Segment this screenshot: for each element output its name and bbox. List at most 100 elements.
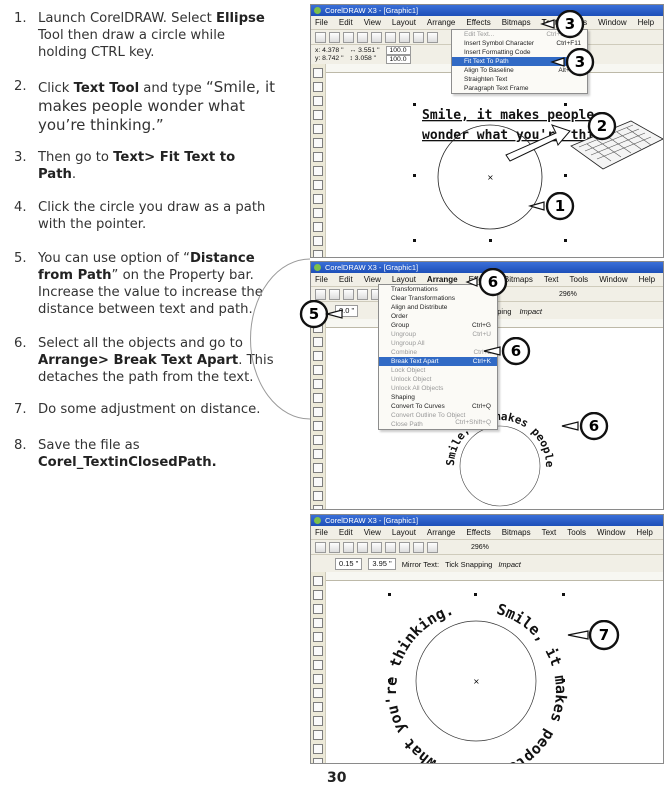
height-field[interactable]: ↕ 3.058 " — [350, 55, 380, 63]
print-icon[interactable] — [357, 31, 368, 43]
crop-tool-icon[interactable] — [313, 96, 323, 106]
menu-help[interactable]: Help — [636, 528, 652, 537]
new-icon[interactable] — [315, 31, 326, 43]
menu-file[interactable]: File — [315, 528, 328, 537]
menu-arrange[interactable]: Arrange — [427, 528, 455, 537]
basic-shapes-icon[interactable] — [313, 194, 323, 204]
menu-item[interactable]: Unlock All Objects — [379, 384, 497, 393]
blend-tool-icon[interactable] — [313, 744, 323, 754]
menu-item[interactable]: Shaping — [379, 393, 497, 402]
text-tool-icon[interactable] — [313, 463, 323, 473]
paste-icon[interactable] — [399, 541, 410, 553]
menu-item[interactable]: Align and Distribute — [379, 303, 497, 312]
menu-item[interactable]: Combine Ctrl+L — [379, 348, 497, 357]
shape-tool-icon[interactable] — [313, 590, 323, 600]
sample-text-line-1[interactable]: Smile, it makes people — [422, 108, 594, 123]
pick-tool-icon[interactable] — [313, 576, 323, 586]
pick-tool-icon[interactable] — [313, 68, 323, 78]
menu-help[interactable]: Help — [639, 275, 655, 284]
width-field[interactable]: ↔ 3.551 " — [350, 47, 380, 55]
open-icon[interactable] — [329, 31, 340, 43]
zoom-tool-icon[interactable] — [313, 110, 323, 120]
x-position-field[interactable]: x: 4.378 " — [315, 47, 344, 55]
drawing-canvas[interactable]: Smile, it makes people wonder what you'r… — [326, 73, 663, 257]
menu-item[interactable]: Insert Symbol Character Ctrl+F11 — [452, 39, 587, 48]
menu-view[interactable]: View — [364, 275, 381, 284]
polygon-tool-icon[interactable] — [313, 688, 323, 698]
menu-item[interactable]: Group Ctrl+G — [379, 321, 497, 330]
menu-help[interactable]: Help — [638, 18, 654, 27]
selection-handle[interactable] — [413, 174, 416, 177]
print-icon[interactable] — [357, 288, 368, 300]
undo-icon[interactable] — [413, 541, 424, 553]
selection-handle[interactable] — [388, 679, 391, 682]
offset-field[interactable]: 0.15 " — [335, 558, 363, 570]
shape-tool-icon[interactable] — [313, 337, 323, 347]
smart-fill-icon[interactable] — [313, 646, 323, 656]
menu-item[interactable]: Convert Outline To Object Ctrl+Shift+Q — [379, 411, 497, 426]
menu-item[interactable]: Lock Object — [379, 366, 497, 375]
menu-tools[interactable]: Tools — [567, 528, 586, 537]
distance-from-path-field[interactable]: 3.95 " — [368, 558, 396, 570]
zoom-level[interactable]: 296% — [471, 544, 489, 551]
tick-snapping-button[interactable]: Tick Snapping — [445, 560, 492, 569]
selection-handle[interactable] — [489, 239, 492, 242]
undo-icon[interactable] — [413, 31, 424, 43]
menu-window[interactable]: Window — [597, 528, 625, 537]
menu-view[interactable]: View — [364, 18, 381, 27]
smart-fill-icon[interactable] — [313, 393, 323, 403]
font-select[interactable]: Impact — [498, 560, 521, 569]
menu-bitmaps[interactable]: Bitmaps — [502, 528, 531, 537]
menu-layout[interactable]: Layout — [392, 275, 416, 284]
open-icon[interactable] — [329, 541, 340, 553]
menu-item[interactable]: Ungroup Ctrl+U — [379, 330, 497, 339]
text-tool-icon[interactable] — [313, 716, 323, 726]
menu-layout[interactable]: Layout — [392, 18, 416, 27]
menu-file[interactable]: File — [315, 275, 328, 284]
save-icon[interactable] — [343, 31, 354, 43]
menu-item[interactable]: Order — [379, 312, 497, 321]
selection-handle[interactable] — [564, 103, 567, 106]
new-icon[interactable] — [315, 288, 326, 300]
table-tool-icon[interactable] — [313, 477, 323, 487]
ellipse-tool-icon[interactable] — [313, 421, 323, 431]
save-icon[interactable] — [343, 541, 354, 553]
scale-y-field[interactable]: 100.0 — [385, 55, 411, 64]
zoom-tool-icon[interactable] — [313, 365, 323, 375]
paste-icon[interactable] — [399, 31, 410, 43]
menu-bitmaps[interactable]: Bitmaps — [502, 18, 531, 27]
scale-x-field[interactable]: 100.0 — [385, 46, 411, 55]
font-select[interactable]: Impact — [519, 307, 542, 316]
menu-tools[interactable]: Tools — [570, 275, 589, 284]
open-icon[interactable] — [329, 288, 340, 300]
selection-handle[interactable] — [474, 593, 477, 596]
menu-item[interactable]: Convert To Curves Ctrl+Q — [379, 402, 497, 411]
eyedropper-tool-icon[interactable] — [313, 250, 323, 257]
menu-window[interactable]: Window — [599, 275, 627, 284]
eyedropper-tool-icon[interactable] — [313, 505, 323, 509]
print-icon[interactable] — [357, 541, 368, 553]
selection-handle[interactable] — [562, 593, 565, 596]
rectangle-tool-icon[interactable] — [313, 152, 323, 162]
blend-tool-icon[interactable] — [313, 491, 323, 501]
menu-edit[interactable]: Edit — [339, 528, 353, 537]
basic-shapes-icon[interactable] — [313, 449, 323, 459]
menu-layout[interactable]: Layout — [392, 528, 416, 537]
menu-item[interactable]: Ungroup All — [379, 339, 497, 348]
redo-icon[interactable] — [427, 541, 438, 553]
menu-text[interactable]: Text — [544, 275, 559, 284]
blend-tool-icon[interactable] — [313, 236, 323, 246]
ellipse-tool-icon[interactable] — [313, 166, 323, 176]
zoom-level[interactable]: 296% — [559, 291, 577, 298]
smart-fill-icon[interactable] — [313, 138, 323, 148]
selection-handle[interactable] — [564, 174, 567, 177]
menu-view[interactable]: View — [364, 528, 381, 537]
selection-handle[interactable] — [413, 239, 416, 242]
menu-item[interactable]: Unlock Object — [379, 375, 497, 384]
menu-item-break-text-apart[interactable]: Break Text Apart Ctrl+K — [379, 357, 497, 366]
shape-tool-icon[interactable] — [313, 82, 323, 92]
selection-handle[interactable] — [388, 593, 391, 596]
copy-icon[interactable] — [385, 31, 396, 43]
redo-icon[interactable] — [427, 31, 438, 43]
polygon-tool-icon[interactable] — [313, 435, 323, 445]
